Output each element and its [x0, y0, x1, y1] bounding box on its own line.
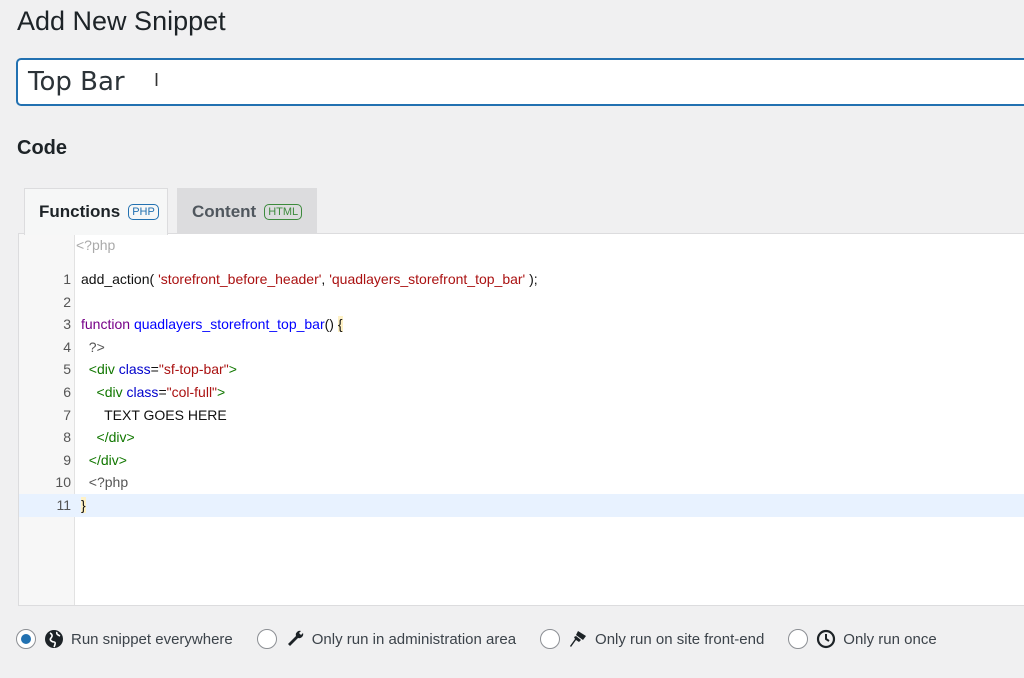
scope-option[interactable]: Only run on site front-end [540, 629, 764, 649]
code-editor[interactable]: <?php 1 add_action( 'storefront_before_he… [18, 233, 1024, 606]
code-line[interactable]: 2 [19, 291, 1024, 314]
scope-option-label: Only run once [843, 630, 937, 648]
code-token-plain: () [324, 316, 338, 333]
snippet-name-value: Top Bar [28, 67, 125, 97]
line-number: 3 [63, 316, 71, 333]
paintbrush-icon [568, 629, 588, 649]
scope-option-label: Run snippet everywhere [71, 630, 233, 648]
code-line[interactable]: 8 </div> [19, 426, 1024, 449]
code-line[interactable]: 9 </div> [19, 449, 1024, 472]
code-line[interactable]: 3 function quadlayers_storefront_top_bar(… [19, 313, 1024, 336]
scope-radio[interactable] [16, 629, 36, 649]
code-token-tag: </div> [81, 451, 127, 468]
code-text: <div class="sf-top-bar"> [81, 358, 237, 381]
scope-option[interactable]: Only run once [788, 629, 937, 649]
text-cursor-icon: I [154, 70, 160, 90]
code-text: <div class="col-full"> [81, 381, 226, 404]
code-label: Code [17, 137, 67, 159]
clock-icon [816, 629, 836, 649]
scope-option[interactable]: Run snippet everywhere [16, 629, 233, 649]
html-badge: HTML [264, 203, 303, 220]
code-token-meta: <?php [81, 474, 129, 491]
scope-radio[interactable] [540, 629, 561, 649]
code-token-attr: class [126, 384, 159, 400]
tab-label: Content [192, 201, 257, 221]
line-number: 9 [63, 451, 71, 468]
scope-option-label: Only run in administration area [311, 630, 517, 648]
line-number: 8 [63, 429, 71, 446]
code-token-plain: ); [525, 271, 538, 287]
wrench-icon [285, 629, 305, 649]
tab-content[interactable]: Content HTML [177, 188, 317, 234]
code-line[interactable]: 10 <?php [19, 471, 1024, 494]
code-text: </div> [81, 449, 127, 472]
code-token-str: 'quadlayers_storefront_top_bar' [329, 271, 526, 287]
code-line[interactable]: 6 <div class="col-full"> [19, 381, 1024, 404]
code-token-bracket: } [81, 497, 86, 513]
code-token-str: 'storefront_before_header' [158, 271, 322, 287]
code-line[interactable]: 11} [19, 494, 1024, 517]
code-token-plain: TEXT GOES HERE [81, 406, 227, 423]
code-line[interactable]: 1 add_action( 'storefront_before_header',… [19, 268, 1024, 291]
line-number: 6 [63, 384, 71, 400]
code-text: <?php [81, 471, 128, 494]
code-text: </div> [81, 426, 135, 449]
code-header-line: <?php [19, 234, 1024, 257]
code-text: } [81, 494, 86, 517]
code-token-tag: > [217, 384, 226, 400]
scope-option[interactable]: Only run in administration area [256, 629, 517, 649]
scope-radio[interactable] [788, 629, 809, 649]
line-number: 2 [63, 293, 71, 310]
line-number: 5 [63, 361, 71, 378]
scope-option-label: Only run on site front-end [595, 630, 765, 648]
code-token-tag: > [228, 361, 237, 378]
line-number: 11 [56, 497, 71, 513]
code-text: ?> [81, 336, 105, 359]
code-token-meta: ?> [81, 338, 105, 355]
code-text: function quadlayers_storefront_top_bar()… [81, 313, 343, 336]
line-number: 4 [63, 338, 71, 355]
scope-radio-group: Run snippet everywhere Only run in admini… [16, 629, 961, 649]
php-open-tag: <?php [76, 237, 116, 253]
code-token-bracket: { [337, 316, 343, 333]
snippet-name-input[interactable]: Top Bar [16, 58, 1024, 106]
code-token-str: "sf-top-bar" [158, 361, 229, 378]
line-number: 1 [63, 271, 71, 287]
code-token-kw: function [81, 316, 134, 333]
code-token-plain: = [150, 361, 159, 378]
php-badge: PHP [128, 204, 159, 220]
code-token-plain: = [158, 384, 167, 400]
code-text: add_action( 'storefront_before_header', … [81, 268, 538, 291]
line-number: 7 [63, 406, 71, 423]
code-token-tag: <div [81, 361, 119, 378]
tab-functions[interactable]: Functions PHP [24, 188, 168, 235]
tab-label: Functions [39, 202, 121, 221]
code-token-attr: class [118, 361, 151, 378]
code-token-plain: add_action( [81, 271, 159, 287]
code-token-tag: </div> [81, 429, 135, 446]
code-line[interactable]: 4 ?> [19, 336, 1024, 359]
page-title: Add New Snippet [17, 6, 226, 36]
code-line[interactable]: 7 TEXT GOES HERE [19, 404, 1024, 427]
code-token-tag: <div [81, 384, 127, 400]
code-line[interactable]: 5 <div class="sf-top-bar"> [19, 358, 1024, 381]
scope-radio[interactable] [256, 629, 277, 649]
code-token-str: "col-full" [166, 384, 218, 400]
globe-icon [44, 629, 64, 649]
code-token-def: quadlayers_storefront_top_bar [133, 316, 325, 333]
code-text: TEXT GOES HERE [81, 404, 227, 427]
line-number: 10 [55, 474, 71, 491]
